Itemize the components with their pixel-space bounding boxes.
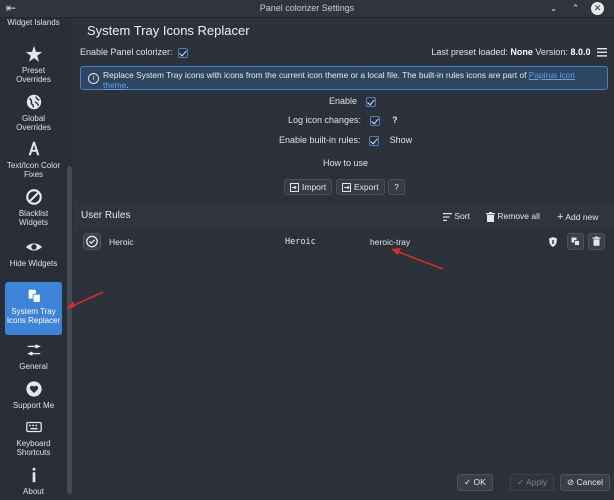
info-banner: i Replace System Tray icons with icons f… xyxy=(80,66,608,90)
globe-icon xyxy=(26,94,41,110)
sidebar-item-blacklist-widgets[interactable]: Blacklist Widgets xyxy=(5,188,62,227)
user-rules-title: User Rules xyxy=(81,210,131,221)
sidebar-item-system-tray-icons-replacer[interactable]: System Tray Icons Replacer xyxy=(5,282,62,335)
cancel-button[interactable]: ⊘ Cancel xyxy=(560,474,610,491)
main-panel: System Tray Icons Replacer Enable Panel … xyxy=(73,18,614,500)
trash-icon xyxy=(486,211,495,222)
keyboard-icon xyxy=(25,421,42,433)
remove-all-button[interactable]: Remove all xyxy=(486,211,540,222)
info-icon xyxy=(32,467,35,483)
sidebar-item-label: Global Overrides xyxy=(16,114,51,132)
maximize-icon[interactable]: ⌃ xyxy=(569,2,582,15)
sidebar-item-label: Preset Overrides xyxy=(16,66,51,84)
copy-icon xyxy=(571,237,580,246)
page-title: System Tray Icons Replacer xyxy=(87,23,250,38)
sidebar: Widget Islands Preset Overrides Global O… xyxy=(0,18,66,500)
add-new-button[interactable]: + Add new xyxy=(557,211,598,223)
import-icon xyxy=(290,183,299,193)
rule-name: Heroic xyxy=(109,237,134,247)
table-row: Heroic Heroic heroic-tray xyxy=(80,231,608,253)
sidebar-item-label: General xyxy=(19,362,48,371)
how-to-use-link[interactable]: How to use xyxy=(323,158,368,168)
window-title: Panel colorizer Settings xyxy=(259,3,355,13)
title-bar: ⇤ Panel colorizer Settings ⌄ ⌃ ✕ xyxy=(0,0,614,18)
rule-match: Heroic xyxy=(285,237,316,247)
plus-icon: + xyxy=(557,211,564,223)
builtin-checkbox[interactable] xyxy=(369,135,380,146)
blocked-icon xyxy=(25,189,42,205)
log-checkbox[interactable] xyxy=(369,115,380,126)
duplicate-rule-button[interactable] xyxy=(567,233,584,250)
log-row: Log icon changes: ? xyxy=(288,115,398,126)
enable-colorizer-label: Enable Panel colorizer: xyxy=(80,47,173,57)
sidebar-item-hide-widgets[interactable]: Hide Widgets xyxy=(5,238,62,268)
heart-icon xyxy=(25,381,42,397)
shield-icon[interactable] xyxy=(549,237,557,247)
enable-checkbox[interactable] xyxy=(365,96,376,107)
sidebar-item-label: System Tray Icons Replacer xyxy=(6,307,61,325)
cancel-icon: ⊘ xyxy=(567,477,575,487)
sidebar-item-global-overrides[interactable]: Global Overrides xyxy=(5,93,62,132)
log-label: Log icon changes: xyxy=(288,115,362,125)
info-text: Replace System Tray icons with icons fro… xyxy=(103,70,575,90)
user-rules-header: User Rules Sort Remove all + Add new xyxy=(73,202,614,230)
sidebar-item-preset-overrides[interactable]: Preset Overrides xyxy=(5,45,62,84)
sidebar-item-label: Widget Islands xyxy=(7,18,60,27)
preset-info: Last preset loaded: None Version: 8.0.0 xyxy=(431,47,607,57)
sidebar-item-widget-islands[interactable]: Widget Islands xyxy=(5,18,62,27)
apply-button[interactable]: ✓ Apply xyxy=(510,474,555,491)
preset-loaded-value: None xyxy=(510,47,533,57)
tray-icon xyxy=(28,289,41,303)
sort-icon xyxy=(443,212,452,221)
log-help-icon[interactable]: ? xyxy=(392,115,398,125)
sidebar-item-text-icon-color-fixes[interactable]: Text/Icon Color Fixes xyxy=(5,140,62,179)
ok-button[interactable]: ✓ OK xyxy=(457,474,493,491)
minimize-icon[interactable]: ⌄ xyxy=(547,2,560,15)
info-circle-icon: i xyxy=(88,73,99,84)
star-icon xyxy=(25,45,42,62)
builtin-show-link[interactable]: Show xyxy=(390,135,413,145)
trash-icon xyxy=(592,236,601,246)
import-button[interactable]: Import xyxy=(284,179,333,195)
close-icon[interactable]: ✕ xyxy=(591,2,604,15)
check-icon: ✓ xyxy=(517,477,525,487)
sidebar-item-support-me[interactable]: Support Me xyxy=(5,380,62,410)
sidebar-item-label: Hide Widgets xyxy=(9,259,58,268)
sort-button[interactable]: Sort xyxy=(443,211,470,221)
preset-loaded-label: Last preset loaded: xyxy=(431,47,508,57)
sidebar-item-label: Keyboard Shortcuts xyxy=(16,439,51,457)
eye-icon xyxy=(25,243,42,251)
builtin-rules-row: Enable built-in rules: Show xyxy=(279,135,412,146)
enable-label: Enable xyxy=(329,96,358,106)
version-label: Version: xyxy=(535,47,568,57)
sidebar-item-label: About xyxy=(23,487,44,496)
delete-rule-button[interactable] xyxy=(588,233,605,250)
rule-icon-name: heroic-tray xyxy=(370,237,411,247)
sidebar-item-label: Support Me xyxy=(12,401,55,410)
text-icon xyxy=(28,141,39,156)
help-button[interactable]: ? xyxy=(388,179,405,195)
enable-colorizer-row: Enable Panel colorizer: xyxy=(80,47,189,58)
sidebar-item-label: Blacklist Widgets xyxy=(18,209,49,227)
rule-enabled-toggle[interactable] xyxy=(83,233,101,250)
version-value: 8.0.0 xyxy=(570,47,591,57)
enable-row: Enable xyxy=(329,96,376,107)
builtin-label: Enable built-in rules: xyxy=(279,135,361,145)
export-icon xyxy=(342,183,351,193)
hamburger-menu-icon[interactable] xyxy=(597,48,607,57)
export-button[interactable]: Export xyxy=(336,179,385,195)
sidebar-item-about[interactable]: About xyxy=(5,466,62,496)
check-circle-icon xyxy=(86,235,98,248)
check-icon: ✓ xyxy=(464,477,472,487)
sidebar-item-general[interactable]: General xyxy=(5,341,62,371)
sliders-icon xyxy=(27,344,40,356)
enable-colorizer-checkbox[interactable] xyxy=(178,47,189,58)
sidebar-item-label: Text/Icon Color Fixes xyxy=(6,161,61,179)
sidebar-item-keyboard-shortcuts[interactable]: Keyboard Shortcuts xyxy=(5,418,62,457)
sidebar-scrollbar[interactable] xyxy=(67,166,72,494)
